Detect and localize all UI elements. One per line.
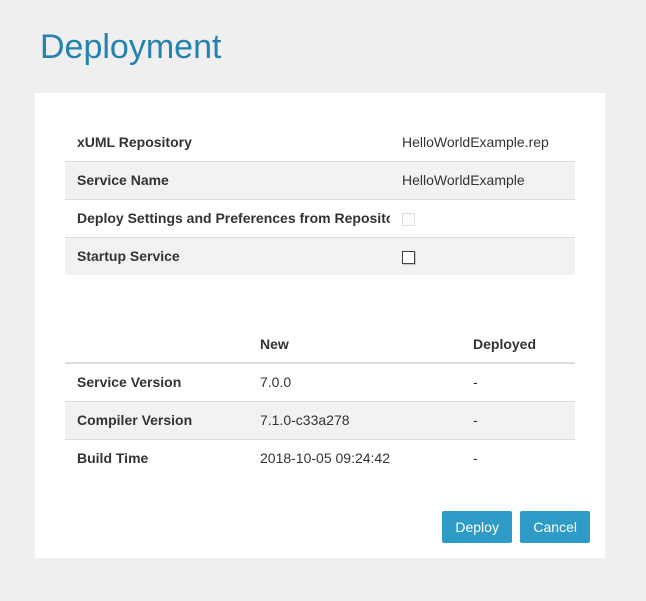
build-time-new: 2018-10-05 09:24:42 xyxy=(248,439,461,477)
table-row-service-name: Service Name HelloWorldExample xyxy=(65,161,575,199)
table-row-build-time: Build Time 2018-10-05 09:24:42 - xyxy=(65,439,575,477)
deployment-card: xUML Repository HelloWorldExample.rep Se… xyxy=(35,93,605,558)
page-title: Deployment xyxy=(40,28,611,66)
xuml-repository-label: xUML Repository xyxy=(65,123,390,161)
service-version-label: Service Version xyxy=(65,363,248,401)
deploy-settings-label: Deploy Settings and Preferences from Rep… xyxy=(65,199,390,237)
service-name-value: HelloWorldExample xyxy=(390,161,575,199)
column-header-empty xyxy=(65,325,248,363)
compiler-version-deployed: - xyxy=(461,401,575,439)
service-version-new: 7.0.0 xyxy=(248,363,461,401)
action-buttons: Deploy Cancel xyxy=(50,511,590,543)
column-header-new: New xyxy=(248,325,461,363)
table-row-deploy-settings: Deploy Settings and Preferences from Rep… xyxy=(65,199,575,237)
build-time-deployed: - xyxy=(461,439,575,477)
version-table-header-row: New Deployed xyxy=(65,325,575,363)
service-name-label: Service Name xyxy=(65,161,390,199)
startup-service-label: Startup Service xyxy=(65,237,390,275)
service-version-deployed: - xyxy=(461,363,575,401)
compiler-version-new: 7.1.0-c33a278 xyxy=(248,401,461,439)
column-header-deployed: Deployed xyxy=(461,325,575,363)
table-row-compiler-version: Compiler Version 7.1.0-c33a278 - xyxy=(65,401,575,439)
deployment-settings-table: xUML Repository HelloWorldExample.rep Se… xyxy=(65,123,575,275)
startup-service-checkbox[interactable] xyxy=(402,251,415,264)
table-row-service-version: Service Version 7.0.0 - xyxy=(65,363,575,401)
deploy-settings-checkbox xyxy=(402,213,415,226)
deploy-button[interactable]: Deploy xyxy=(442,511,512,543)
table-row-startup-service: Startup Service xyxy=(65,237,575,275)
build-time-label: Build Time xyxy=(65,439,248,477)
table-row-xuml-repository: xUML Repository HelloWorldExample.rep xyxy=(65,123,575,161)
version-comparison-table: New Deployed Service Version 7.0.0 - Com… xyxy=(65,325,575,477)
cancel-button[interactable]: Cancel xyxy=(520,511,590,543)
compiler-version-label: Compiler Version xyxy=(65,401,248,439)
xuml-repository-value: HelloWorldExample.rep xyxy=(390,123,575,161)
